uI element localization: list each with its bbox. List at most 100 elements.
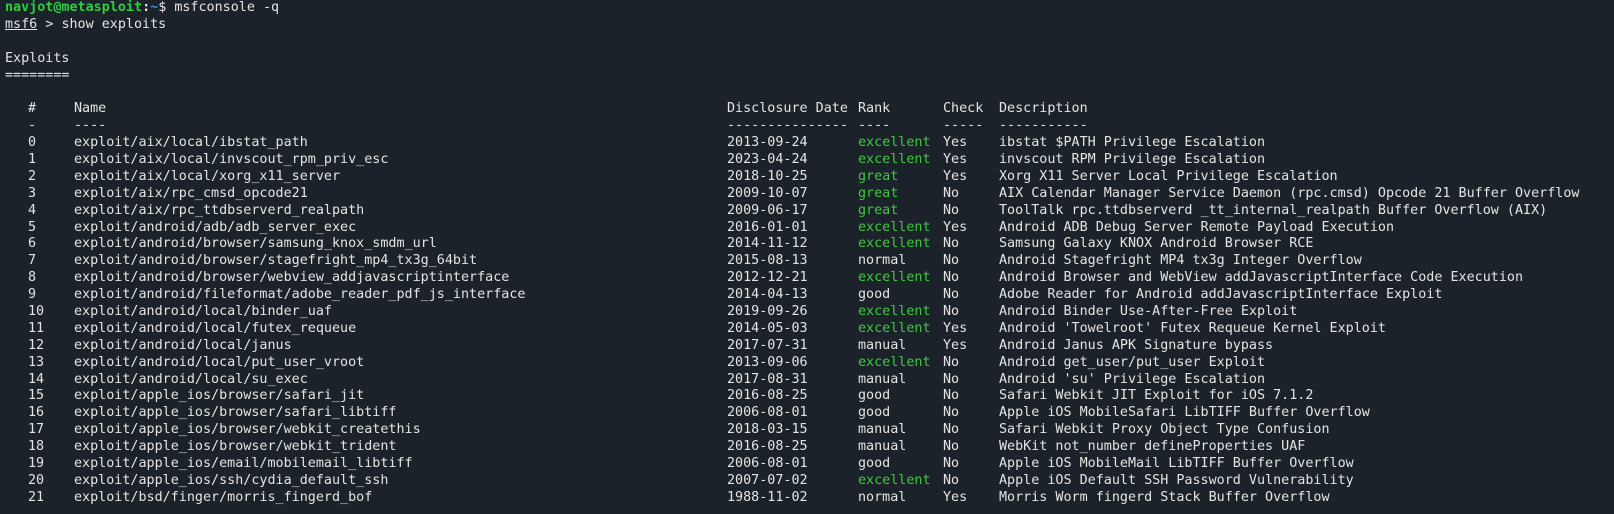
row-num: 0	[28, 135, 37, 151]
row-num: 2	[28, 168, 37, 184]
row-name: exploit/aix/rpc_ttdbserverd_realpath	[74, 202, 365, 218]
row-check: No	[943, 388, 960, 404]
row-date: 2007-07-02	[727, 472, 808, 488]
row-rank: excellent	[858, 354, 931, 370]
row-check: Yes	[943, 135, 968, 151]
row-description: ToolTalk rpc.ttdbserverd _tt_internal_re…	[999, 202, 1548, 218]
row-name: exploit/aix/local/xorg_x11_server	[74, 168, 341, 184]
row-name: exploit/apple_ios/browser/webkit_trident	[74, 439, 397, 455]
row-check: No	[943, 456, 960, 472]
row-date: 2013-09-06	[727, 354, 808, 370]
table-row: 18 exploit/apple_ios/browser/webkit_tride…	[5, 439, 1614, 456]
row-date: 2012-12-21	[727, 270, 808, 286]
row-date: 2009-06-17	[727, 202, 808, 218]
divider-num: -	[28, 118, 37, 134]
row-date: 2013-09-24	[727, 135, 808, 151]
table-row: 20 exploit/apple_ios/ssh/cydia_default_ss…	[5, 473, 1614, 490]
row-rank: great	[858, 168, 899, 184]
table-row: 6 exploit/android/browser/samsung_knox_sm…	[5, 236, 1614, 253]
row-rank: manual	[858, 371, 907, 387]
table-row: 10 exploit/android/local/binder_uaf 2019-0…	[5, 304, 1614, 321]
divider-description: -----------	[999, 118, 1088, 134]
row-check: No	[943, 371, 960, 387]
row-rank: good	[858, 456, 891, 472]
table-row: 13 exploit/android/local/put_user_vroot 20…	[5, 355, 1614, 372]
section-title: Exploits	[5, 50, 70, 66]
row-name: exploit/aix/local/invscout_rpm_priv_esc	[74, 152, 389, 168]
table-header: # Name Disclosure Date Rank Check Descri…	[5, 101, 1614, 118]
row-description: Android 'Towelroot' Futex Requeue Kernel…	[999, 320, 1386, 336]
row-name: exploit/android/browser/samsung_knox_smd…	[74, 236, 437, 252]
row-description: Xorg X11 Server Local Privilege Escalati…	[999, 168, 1338, 184]
divider-check: -----	[943, 118, 984, 134]
row-name: exploit/android/local/put_user_vroot	[74, 354, 365, 370]
row-num: 4	[28, 202, 37, 218]
row-rank: excellent	[858, 320, 931, 336]
header-rank: Rank	[858, 101, 891, 117]
row-check: No	[943, 270, 960, 286]
row-rank: good	[858, 388, 891, 404]
row-name: exploit/android/local/janus	[74, 337, 292, 353]
row-date: 2017-07-31	[727, 337, 808, 353]
table-row: 3 exploit/aix/rpc_cmsd_opcode21 2009-10-07…	[5, 186, 1614, 203]
row-description: Samsung Galaxy KNOX Android Browser RCE	[999, 236, 1314, 252]
row-check: No	[943, 253, 960, 269]
divider-date: ---------------	[727, 118, 848, 134]
row-num: 1	[28, 152, 37, 168]
row-description: Adobe Reader for Android addJavascriptIn…	[999, 287, 1443, 303]
prompt-separator: :	[142, 0, 151, 15]
table-row: 19 exploit/apple_ios/email/mobilemail_lib…	[5, 456, 1614, 473]
row-description: Apple iOS Default SSH Password Vulnerabi…	[999, 472, 1354, 488]
header-check: Check	[943, 101, 984, 117]
msf-command: show exploits	[61, 16, 167, 32]
row-check: No	[943, 236, 960, 252]
row-date: 2018-03-15	[727, 422, 808, 438]
row-name: exploit/android/local/futex_requeue	[74, 320, 357, 336]
row-description: Android Binder Use-After-Free Exploit	[999, 304, 1298, 320]
row-num: 19	[28, 456, 45, 472]
row-check: Yes	[943, 152, 968, 168]
table-row: 11 exploit/android/local/futex_requeue 201…	[5, 321, 1614, 338]
row-check: Yes	[943, 320, 968, 336]
header-num: #	[28, 101, 37, 117]
row-date: 2019-09-26	[727, 304, 808, 320]
row-rank: manual	[858, 422, 907, 438]
table-divider: - ---- --------------- ---- ----- ------…	[5, 118, 1614, 135]
terminal-window[interactable]: navjot@metasploit:~$ msfconsole -q msf6 …	[0, 0, 1614, 514]
row-name: exploit/android/browser/stagefright_mp4_…	[74, 253, 478, 269]
row-name: exploit/aix/local/ibstat_path	[74, 135, 308, 151]
row-rank: manual	[858, 439, 907, 455]
row-description: Safari Webkit Proxy Object Type Confusio…	[999, 422, 1330, 438]
row-name: exploit/apple_ios/browser/safari_libtiff	[74, 405, 397, 421]
row-date: 2016-08-25	[727, 388, 808, 404]
row-check: No	[943, 472, 960, 488]
row-num: 14	[28, 371, 45, 387]
row-date: 2014-11-12	[727, 236, 808, 252]
table-row: 1 exploit/aix/local/invscout_rpm_priv_esc…	[5, 152, 1614, 169]
row-num: 16	[28, 405, 45, 421]
row-date: 2016-08-25	[727, 439, 808, 455]
row-rank: good	[858, 287, 891, 303]
row-date: 2014-04-13	[727, 287, 808, 303]
table-row: 12 exploit/android/local/janus 2017-07-31 m…	[5, 338, 1614, 355]
row-date: 2006-08-01	[727, 456, 808, 472]
divider-rank: ----	[858, 118, 891, 134]
row-description: Android ADB Debug Server Remote Payload …	[999, 219, 1395, 235]
row-num: 21	[28, 489, 45, 505]
row-description: invscout RPM Privilege Escalation	[999, 152, 1266, 168]
row-date: 1988-11-02	[727, 489, 808, 505]
row-num: 11	[28, 320, 45, 336]
table-row: 5 exploit/android/adb/adb_server_exec 2016…	[5, 220, 1614, 237]
row-description: Android 'su' Privilege Escalation	[999, 371, 1266, 387]
row-rank: excellent	[858, 304, 931, 320]
exploit-table-body: 0 exploit/aix/local/ibstat_path 2013-09-24…	[5, 135, 1614, 507]
msf-prompt-line: msf6 > show exploits	[5, 17, 1614, 34]
row-rank: manual	[858, 337, 907, 353]
table-row: 15 exploit/apple_ios/browser/safari_jit 20…	[5, 388, 1614, 405]
msf-prompt-arrow: >	[45, 16, 54, 32]
row-date: 2009-10-07	[727, 185, 808, 201]
row-name: exploit/apple_ios/browser/webkit_createt…	[74, 422, 421, 438]
row-description: Android Janus APK Signature bypass	[999, 337, 1274, 353]
prompt-path: ~	[150, 0, 159, 15]
